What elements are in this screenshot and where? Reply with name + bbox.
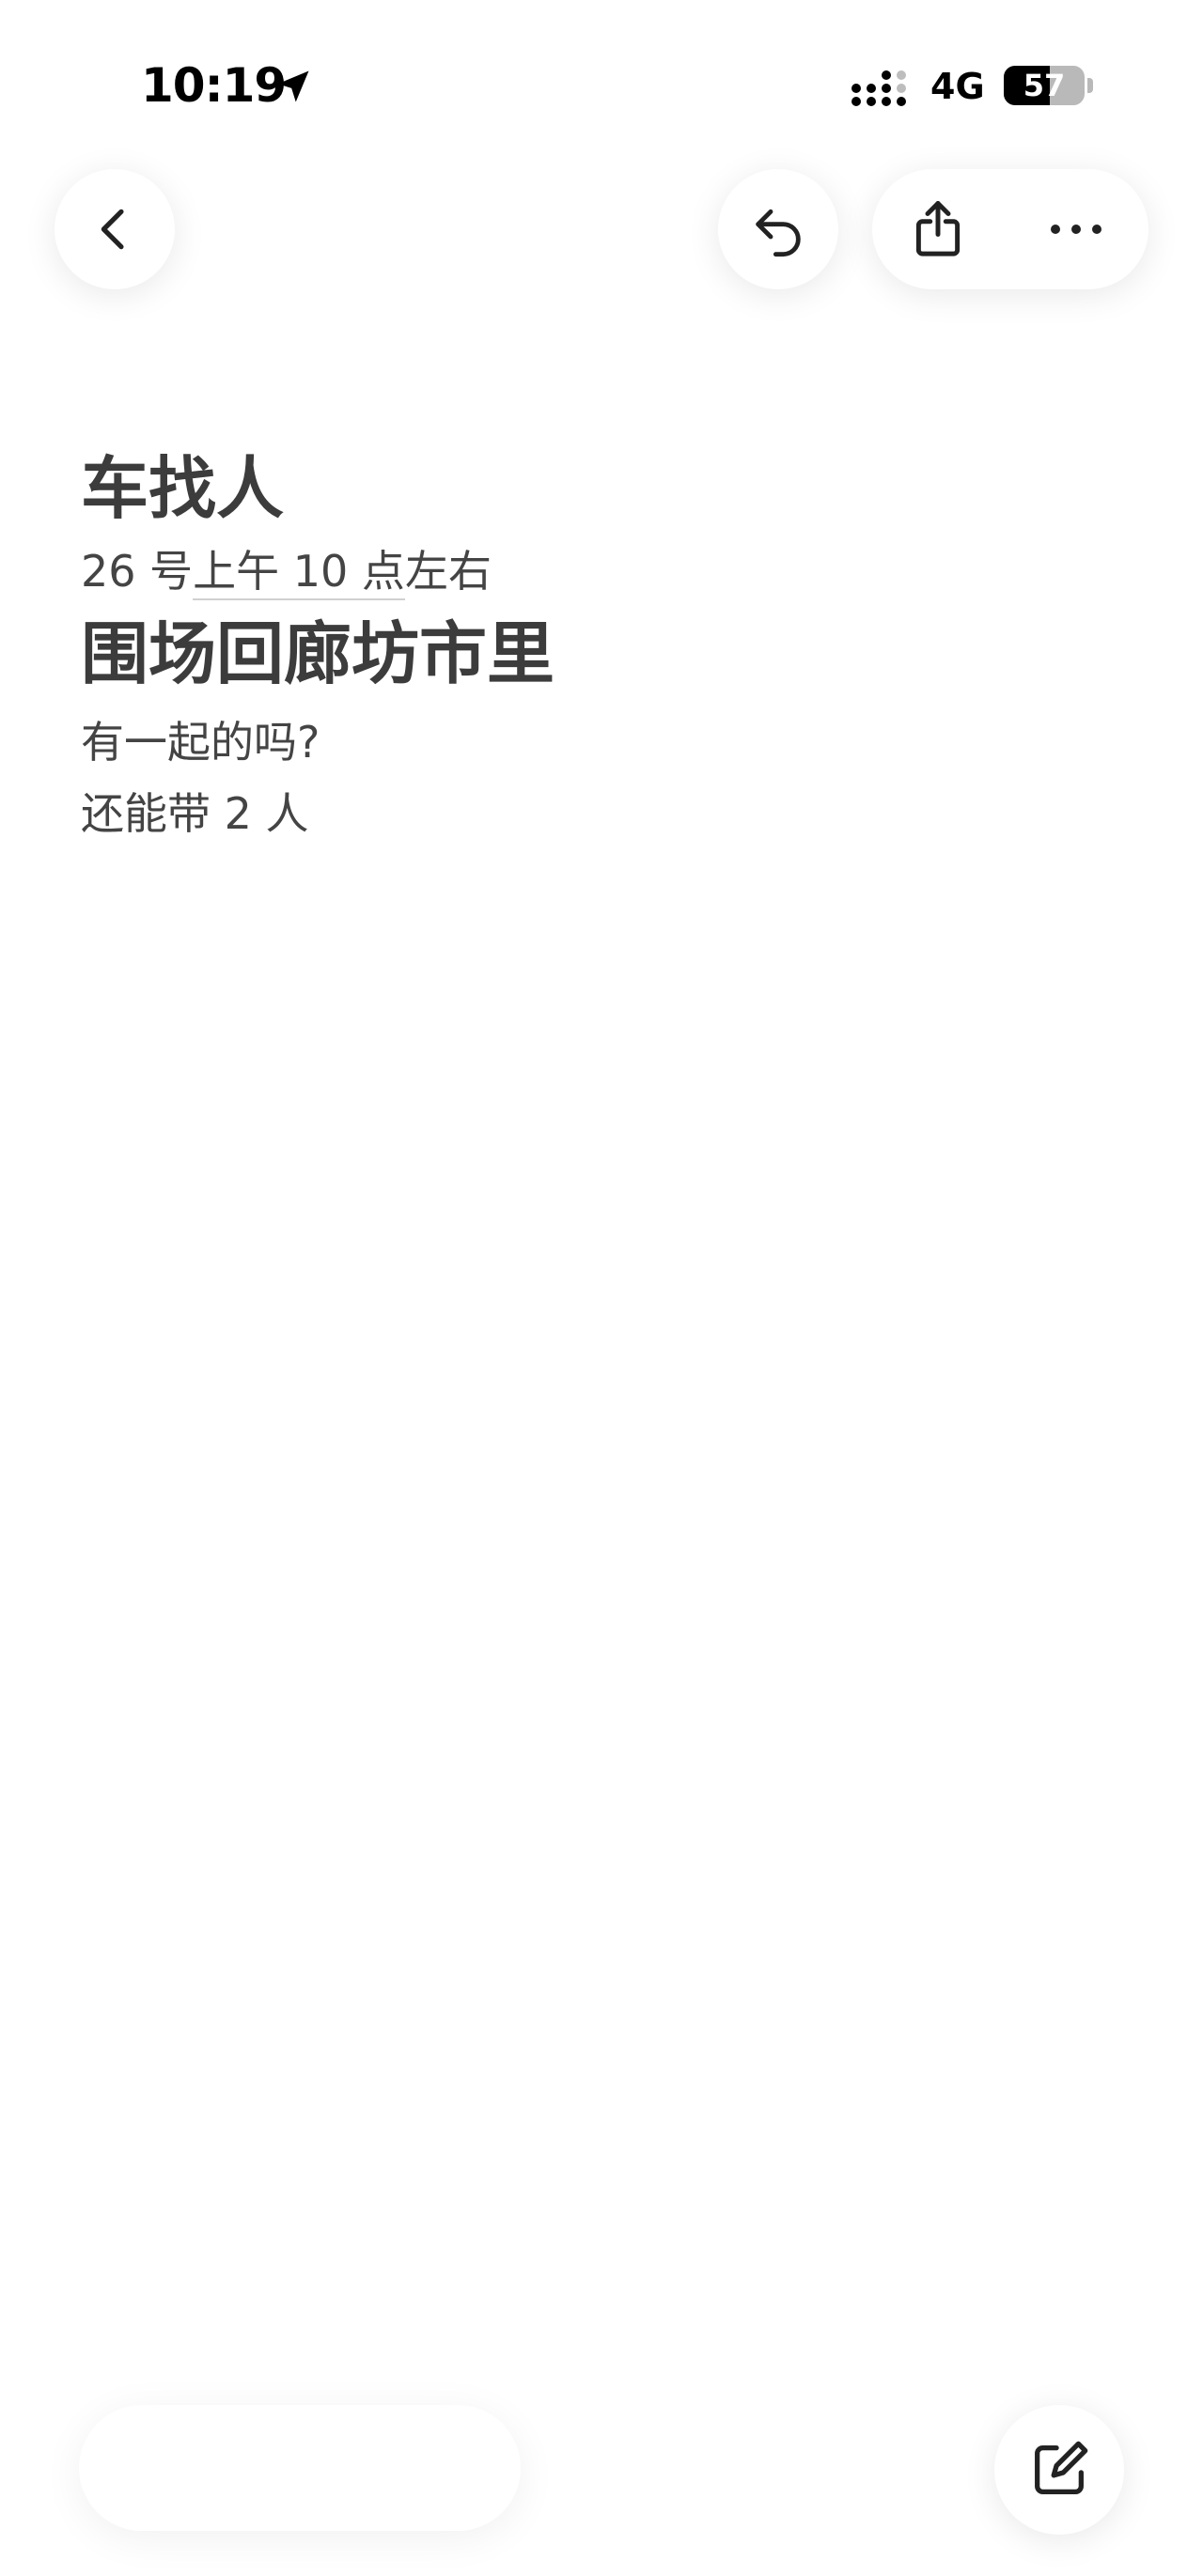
cellular-signal-icon bbox=[851, 70, 906, 106]
toolbar-actions bbox=[872, 169, 1148, 289]
ellipsis-icon bbox=[1051, 225, 1101, 234]
share-icon bbox=[915, 201, 961, 256]
more-button[interactable] bbox=[1004, 169, 1148, 289]
undo-icon bbox=[756, 209, 801, 257]
bottom-toolbar-area bbox=[79, 2405, 521, 2531]
note-line-question: 有一起的吗? bbox=[81, 717, 320, 768]
battery-tip bbox=[1087, 78, 1093, 93]
network-type: 4G bbox=[930, 66, 985, 107]
note-line-time-suffix: 左右 bbox=[404, 546, 492, 597]
detected-time-link[interactable]: 上午 10 点 bbox=[193, 546, 405, 600]
status-time: 10:19 bbox=[141, 58, 287, 113]
share-button[interactable] bbox=[872, 169, 1004, 289]
note-line-seats: 还能带 2 人 bbox=[81, 788, 309, 839]
chevron-left-icon bbox=[101, 209, 124, 250]
back-button[interactable] bbox=[55, 169, 175, 289]
compose-icon bbox=[1035, 2441, 1088, 2494]
battery-icon: 57 bbox=[1004, 66, 1085, 105]
battery-level: 57 bbox=[1023, 68, 1066, 103]
undo-button[interactable] bbox=[718, 169, 838, 289]
location-arrow-icon bbox=[277, 70, 309, 102]
note-line-time-prefix: 26 号 bbox=[81, 546, 194, 597]
note-body[interactable]: 车找人 26 号上午 10 点左右 围场回廊坊市里 有一起的吗? 还能带 2 人 bbox=[81, 442, 1115, 849]
status-bar: 10:19 4G 57 bbox=[0, 0, 1203, 178]
compose-button[interactable] bbox=[994, 2405, 1124, 2535]
note-line-time: 26 号上午 10 点左右 bbox=[81, 535, 1115, 607]
notes-screen: 10:19 4G 57 车找人 26 号上午 10 点左右 围场回廊坊市里 有一… bbox=[0, 0, 1203, 2576]
note-title: 车找人 bbox=[81, 449, 285, 528]
note-heading-route: 围场回廊坊市里 bbox=[81, 614, 555, 693]
